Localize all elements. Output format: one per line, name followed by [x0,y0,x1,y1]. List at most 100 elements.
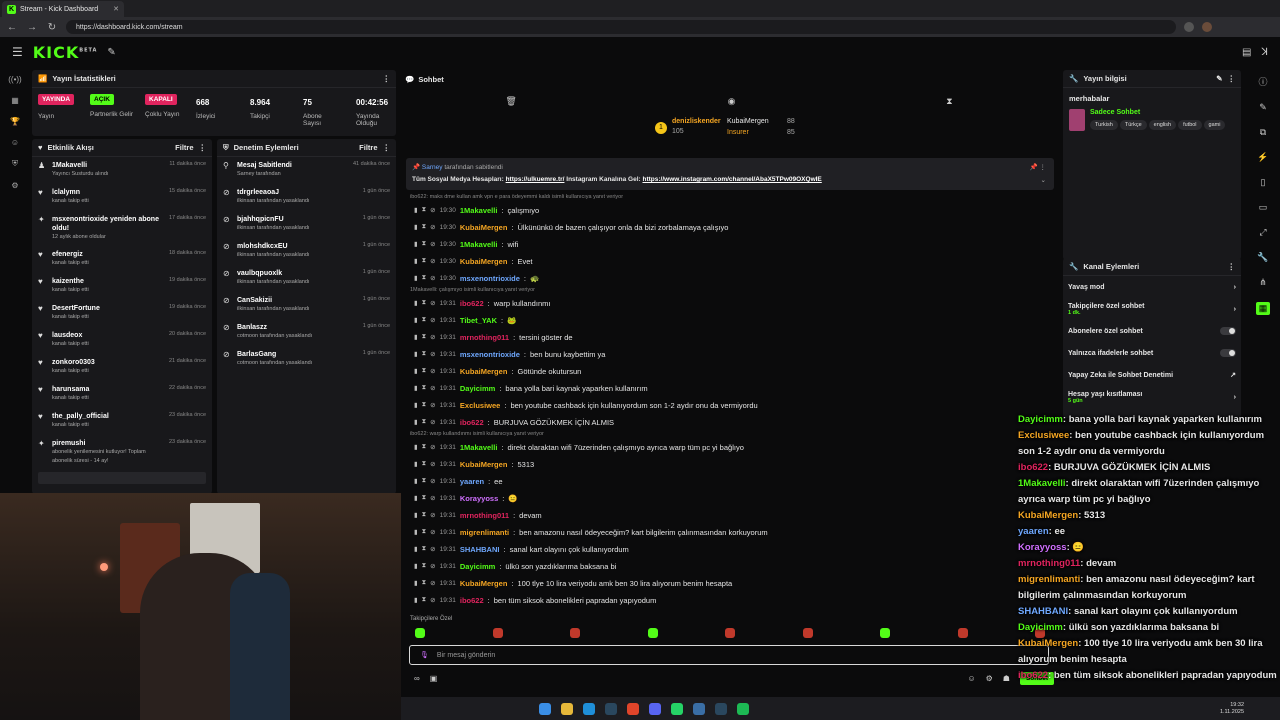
pin-action-icon[interactable]: ▮ [414,460,418,468]
spotify-icon[interactable] [737,702,749,715]
stream-tag[interactable]: gami [1203,120,1226,130]
chat-message[interactable]: ▮ ⧗ ⊘ 19:31 SHAHBANI: sanal kart olayını çok … [414,541,629,557]
ban-icon[interactable]: ⊘ [430,401,435,409]
chat-message[interactable]: ▮ ⧗ ⊘ 19:31 KubaiMergen: Götünde okutursun [414,363,581,379]
emote-icon[interactable] [802,628,813,638]
moderation-item[interactable]: ⊘ bjahhqpicnFU ilkinsan tarafından yasakla… [217,211,396,238]
chat-message[interactable]: ▮ ⧗ ⊘ 19:31 KubaiMergen:100 tlye 10 lira ver… [414,575,732,591]
message-username[interactable]: ibo622 [460,596,484,605]
message-username[interactable]: KubaiMergen [460,223,508,232]
timeout-icon[interactable]: ⧗ [422,443,427,451]
message-username[interactable]: Korayyoss [460,494,498,503]
chat-bubble-icon[interactable]: ◉ [728,96,736,107]
activity-item[interactable]: ♥ zonkoro0303 kanalı takip etti 21 dakika ö… [32,354,212,381]
chat-message[interactable]: ▮ ⧗ ⊘ 19:30 1Makavelli: çalışmıyo [414,202,539,218]
ban-icon[interactable]: ⊘ [430,223,435,231]
chat-input[interactable]: 🎙 Bir mesaj gönderin [409,645,1049,665]
moderation-item[interactable]: ⊘ BarlasGang cotmoon tarafından yasaklandı… [217,346,396,373]
timeout-icon[interactable]: ⧗ [422,223,427,231]
pinned-link-1[interactable]: https://ulkuemre.tr/ [506,176,565,183]
more-icon[interactable]: ⋮ [383,74,391,83]
steam-icon[interactable] [605,702,617,715]
wrench-icon[interactable]: 🔧 [1257,252,1268,263]
activity-item[interactable]: ♥ lausdeox kanalı takip etti 20 dakika önce [32,327,212,354]
ban-icon[interactable]: ⊘ [430,350,435,358]
chat-message[interactable]: ▮ ⧗ ⊘ 19:31 msxenontrioxide: ben bunu kaybett… [414,346,605,362]
pin-action-icon[interactable]: ▮ [414,562,418,570]
pin-action-icon[interactable]: ▮ [414,545,418,553]
timeout-icon[interactable]: ⧗ [422,494,427,502]
message-username[interactable]: mrnothing011 [460,511,509,520]
chevron-right-icon[interactable]: › [1234,394,1236,401]
channel-action-row[interactable]: Hesap yaşı kısıtlaması 5 gün › [1063,386,1241,408]
ban-icon[interactable]: ⊘ [430,562,435,570]
ban-icon[interactable]: ⊘ [430,274,435,282]
pin-action-icon[interactable]: ▮ [414,477,418,485]
pin-action-icon[interactable]: ▮ [414,528,418,536]
app-icon[interactable] [693,702,705,715]
chat-message[interactable]: ▮ ⧗ ⊘ 19:30 KubaiMergen: Evet [414,253,533,269]
moderation-item[interactable]: ⊘ mlohshdkcxEU ilkinsan tarafından yasakla… [217,238,396,265]
pin-action-icon[interactable]: ▮ [414,333,418,341]
chat-message[interactable]: ▮ ⧗ ⊘ 19:30 msxenontrioxide: 🐢 [414,270,539,286]
ban-icon[interactable]: ⊘ [430,299,435,307]
discord-icon[interactable] [649,702,661,715]
ban-icon[interactable]: ⊘ [430,240,435,248]
ban-icon[interactable]: ⊘ [430,384,435,392]
timeout-icon[interactable]: ⧗ [422,206,427,214]
chevron-down-icon[interactable]: ⌄ [1041,175,1046,187]
message-username[interactable]: KubaiMergen [460,460,508,469]
more-icon[interactable]: ⋮ [1228,74,1236,83]
chat-message[interactable]: ▮ ⧗ ⊘ 19:31 KubaiMergen:5313 [414,456,534,472]
pin-action-icon[interactable]: ▮ [414,596,418,604]
calendar-icon[interactable]: ▣ [430,674,438,683]
ban-icon[interactable]: ⊘ [430,460,435,468]
pin-action-icon[interactable]: ▮ [414,316,418,324]
ban-icon[interactable]: ⊘ [430,477,435,485]
pin-action-icon[interactable]: ▮ [414,240,418,248]
message-username[interactable]: KubaiMergen [460,257,508,266]
ban-icon[interactable]: ⊘ [430,596,435,604]
pin-action-icon[interactable]: ▮ [414,579,418,587]
activity-item[interactable]: ♥ kaizenthe kanalı takip etti 19 dakika önc… [32,273,212,300]
message-username[interactable]: ibo622 [460,299,484,308]
channel-action-row[interactable]: Yapay Zeka ile Sohbet Denetimi ↗ [1063,364,1241,386]
back-icon[interactable]: ← [6,22,18,33]
timeout-icon[interactable]: ⧗ [422,299,427,307]
chat-message[interactable]: ▮ ⧗ ⊘ 19:31 ibo622: BURJUVA GÖZÜKMEK İÇİN ALM… [414,414,614,430]
forward-icon[interactable]: → [26,22,38,33]
channel-action-row[interactable]: Abonelere özel sohbet [1063,320,1241,342]
channel-action-row[interactable]: Takipçilere özel sohbet 1 dk. › [1063,298,1241,320]
edge-icon[interactable] [583,702,595,715]
message-username[interactable]: KubaiMergen [460,579,508,588]
category-thumbnail[interactable] [1069,109,1085,131]
ban-icon[interactable]: ⊘ [430,494,435,502]
url-field[interactable]: https://dashboard.kick.com/stream [66,20,1176,34]
moderation-item[interactable]: ⊘ CanSakizii ilkinsan tarafından yasakland… [217,292,396,319]
ban-icon[interactable]: ⊘ [430,528,435,536]
popout-icon[interactable]: ⧉ [1260,127,1266,138]
message-username[interactable]: 1Makavelli [460,443,498,452]
message-username[interactable]: ibo622 [460,418,484,427]
broadcast-icon[interactable]: ((•)) [8,75,21,84]
ban-icon[interactable]: ⊘ [430,316,435,324]
pin-action-icon[interactable]: ▮ [414,418,418,426]
moderation-item[interactable]: ⚲ Mesaj Sabitlendi Sarney tarafından 41 dak… [217,157,396,184]
moderation-item[interactable]: ⊘ tdrgrleeaoaJ ilkinsan tarafından yasakla… [217,184,396,211]
message-username[interactable]: Dayicimm [460,562,495,571]
chat-message[interactable]: ▮ ⧗ ⊘ 19:31 ibo622: warp kullandınmı [414,295,550,311]
settings-icon[interactable]: ⚙ [11,181,18,190]
chat-message[interactable]: ▮ ⧗ ⊘ 19:31 ibo622: ben tüm siksok abonelikle… [414,592,656,608]
chat-message[interactable]: ▮ ⧗ ⊘ 19:31 Dayicimm: ülkü son yazdıklarıma b… [414,558,616,574]
hourglass-icon[interactable]: ⧗ [946,96,952,107]
reply-context[interactable]: 1Makavelli: çalışmıyo isimli kullanıcıya… [410,287,535,293]
chat-message[interactable]: ▮ ⧗ ⊘ 19:31 yaaren: ee [414,473,503,489]
message-username[interactable]: migrenlimanti [460,528,509,537]
ban-icon[interactable]: ⊘ [430,257,435,265]
green-toggle-icon[interactable]: ▦ [1255,302,1271,315]
chat-message[interactable]: ▮ ⧗ ⊘ 19:31 migrenlimanti: ben amazonu nasıl … [414,524,768,540]
message-username[interactable]: mrnothing011 [460,333,509,342]
emote-icon[interactable] [415,628,425,638]
timeout-icon[interactable]: ⧗ [422,367,427,375]
timeout-icon[interactable]: ⧗ [422,579,427,587]
